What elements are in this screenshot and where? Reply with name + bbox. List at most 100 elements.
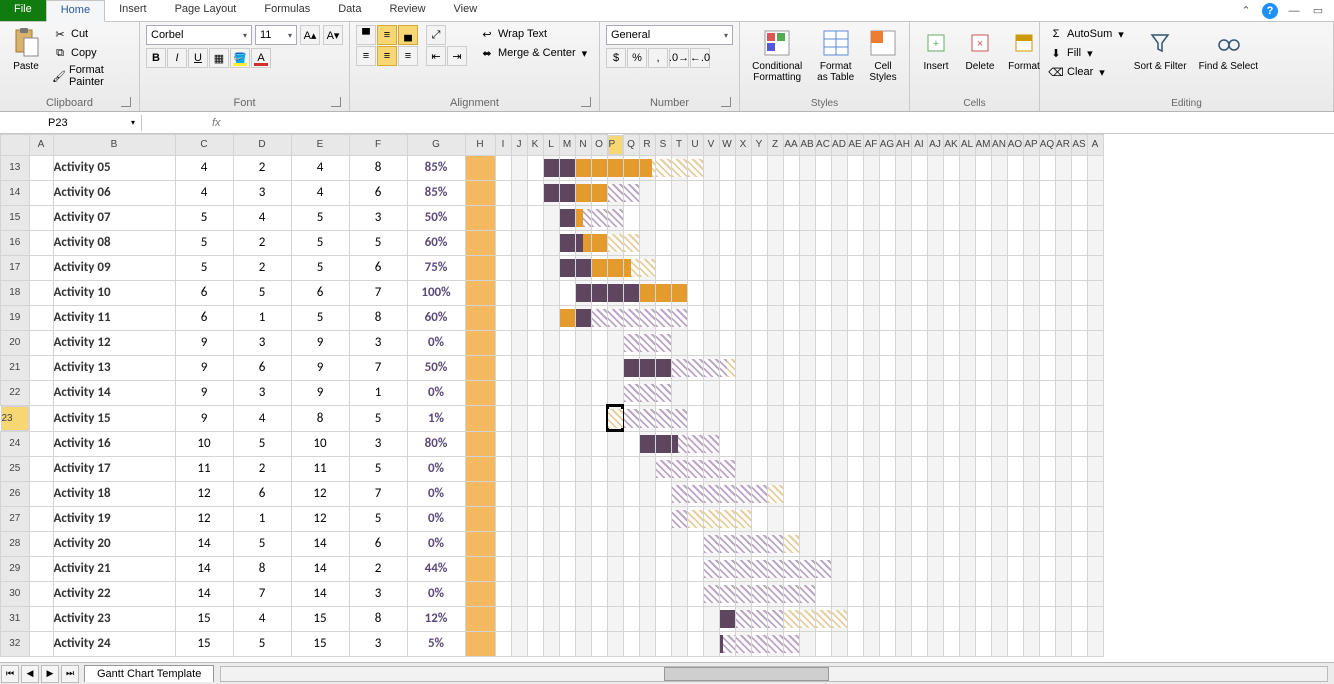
cell[interactable] bbox=[639, 205, 655, 230]
cell[interactable] bbox=[1055, 355, 1071, 380]
dialog-launcher-icon[interactable] bbox=[581, 97, 591, 107]
cell[interactable] bbox=[465, 230, 495, 255]
cell[interactable] bbox=[671, 631, 687, 656]
cell[interactable] bbox=[655, 581, 671, 606]
cell[interactable] bbox=[465, 481, 495, 506]
cell[interactable]: 12 bbox=[291, 506, 349, 531]
col-header[interactable]: C bbox=[175, 135, 233, 156]
cell[interactable] bbox=[991, 556, 1007, 581]
cell[interactable] bbox=[1055, 481, 1071, 506]
cell[interactable] bbox=[623, 481, 639, 506]
help-icon[interactable]: ? bbox=[1262, 3, 1278, 19]
cell[interactable]: 9 bbox=[175, 405, 233, 431]
cell[interactable] bbox=[991, 456, 1007, 481]
cell[interactable]: 5 bbox=[291, 230, 349, 255]
cell[interactable] bbox=[671, 155, 687, 180]
cell[interactable] bbox=[687, 180, 703, 205]
cell[interactable] bbox=[735, 606, 751, 631]
cell[interactable] bbox=[591, 355, 607, 380]
cell[interactable]: Activity 11 bbox=[53, 305, 175, 330]
cell[interactable] bbox=[959, 205, 975, 230]
cell[interactable] bbox=[991, 180, 1007, 205]
cell[interactable] bbox=[591, 305, 607, 330]
cell[interactable] bbox=[799, 405, 815, 431]
cell[interactable]: 9 bbox=[175, 380, 233, 405]
cell[interactable] bbox=[703, 556, 719, 581]
cell[interactable] bbox=[607, 205, 623, 230]
cell[interactable] bbox=[815, 330, 831, 355]
cell[interactable] bbox=[767, 581, 783, 606]
cell[interactable] bbox=[671, 380, 687, 405]
cell[interactable] bbox=[623, 606, 639, 631]
cell[interactable] bbox=[1055, 305, 1071, 330]
cell[interactable] bbox=[863, 180, 879, 205]
cell[interactable] bbox=[559, 456, 575, 481]
cell[interactable] bbox=[623, 431, 639, 456]
cell[interactable] bbox=[639, 606, 655, 631]
cell[interactable] bbox=[1087, 230, 1103, 255]
cell[interactable] bbox=[927, 330, 943, 355]
cell-styles-button[interactable]: Cell Styles bbox=[863, 25, 903, 85]
cell[interactable] bbox=[1039, 355, 1055, 380]
name-box[interactable]: P23▾ bbox=[42, 115, 142, 131]
cell[interactable] bbox=[559, 380, 575, 405]
col-header[interactable]: K bbox=[527, 135, 543, 156]
format-painter-button[interactable]: 🖌Format Painter bbox=[50, 63, 133, 89]
cell[interactable] bbox=[911, 355, 927, 380]
cell[interactable] bbox=[591, 581, 607, 606]
cell[interactable] bbox=[879, 606, 895, 631]
cell[interactable]: 3 bbox=[233, 330, 291, 355]
cell[interactable]: 5 bbox=[233, 531, 291, 556]
col-header[interactable]: D bbox=[233, 135, 291, 156]
cell[interactable] bbox=[655, 205, 671, 230]
col-header[interactable]: AD bbox=[831, 135, 847, 156]
cell[interactable] bbox=[719, 380, 735, 405]
cell[interactable]: 10 bbox=[175, 431, 233, 456]
cell[interactable] bbox=[815, 506, 831, 531]
cell[interactable] bbox=[495, 355, 511, 380]
cell[interactable] bbox=[847, 255, 863, 280]
cell[interactable]: 0% bbox=[407, 481, 465, 506]
cell[interactable] bbox=[1039, 180, 1055, 205]
cell[interactable] bbox=[975, 305, 991, 330]
cell[interactable] bbox=[959, 180, 975, 205]
row-header[interactable]: 26 bbox=[1, 481, 30, 506]
cell[interactable] bbox=[623, 205, 639, 230]
cell[interactable]: 5 bbox=[349, 456, 407, 481]
cell[interactable] bbox=[799, 205, 815, 230]
cell[interactable] bbox=[815, 456, 831, 481]
cell[interactable] bbox=[623, 280, 639, 305]
cell[interactable] bbox=[751, 355, 767, 380]
col-header[interactable]: W bbox=[719, 135, 735, 156]
cell[interactable] bbox=[559, 405, 575, 431]
cell[interactable] bbox=[511, 456, 527, 481]
cell[interactable] bbox=[991, 506, 1007, 531]
cell[interactable] bbox=[1039, 631, 1055, 656]
col-header[interactable]: G bbox=[407, 135, 465, 156]
cell[interactable] bbox=[911, 431, 927, 456]
cell[interactable] bbox=[1007, 606, 1023, 631]
cell[interactable] bbox=[751, 205, 767, 230]
cell[interactable] bbox=[591, 330, 607, 355]
cell[interactable]: 11 bbox=[175, 456, 233, 481]
cell[interactable] bbox=[511, 205, 527, 230]
cell[interactable] bbox=[927, 230, 943, 255]
cell[interactable]: 3 bbox=[349, 205, 407, 230]
cell[interactable] bbox=[735, 355, 751, 380]
cell[interactable] bbox=[719, 305, 735, 330]
cell[interactable] bbox=[863, 380, 879, 405]
number-format-select[interactable]: General▾ bbox=[606, 25, 733, 45]
percent-format-button[interactable]: % bbox=[627, 48, 647, 68]
cell[interactable] bbox=[607, 631, 623, 656]
cell[interactable] bbox=[495, 155, 511, 180]
cell[interactable] bbox=[863, 280, 879, 305]
dialog-launcher-icon[interactable] bbox=[721, 97, 731, 107]
cell[interactable] bbox=[1087, 556, 1103, 581]
cell[interactable] bbox=[975, 330, 991, 355]
row-header[interactable]: 20 bbox=[1, 330, 30, 355]
align-middle-button[interactable]: ≡ bbox=[377, 25, 397, 45]
cell[interactable] bbox=[799, 506, 815, 531]
cell[interactable] bbox=[991, 481, 1007, 506]
cell[interactable] bbox=[543, 631, 559, 656]
col-header[interactable]: AJ bbox=[927, 135, 943, 156]
